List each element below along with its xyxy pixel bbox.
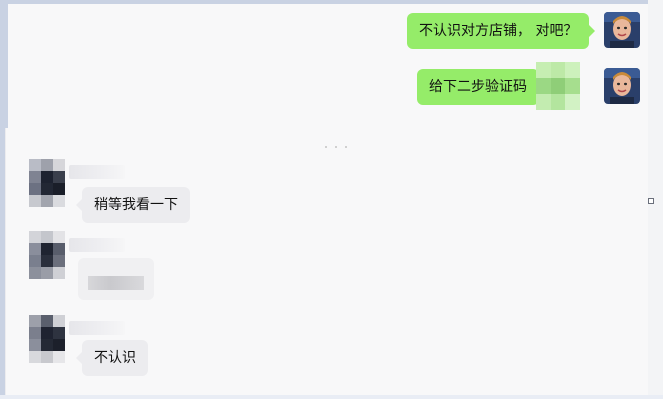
contact-name-redacted — [69, 238, 125, 252]
window-bottom-edge — [0, 395, 663, 399]
contact-avatar[interactable] — [29, 315, 65, 363]
message-bubble-received[interactable]: 不认识 — [76, 340, 148, 376]
message-bubble-sent[interactable]: 给下二步验证码 — [417, 69, 545, 105]
message-bubble-sent[interactable]: 不认识对方店铺， 对吧？ — [407, 13, 596, 49]
message-bubble-redacted[interactable] — [78, 258, 154, 300]
my-avatar[interactable] — [604, 12, 640, 48]
my-avatar[interactable] — [604, 68, 640, 104]
resize-handle[interactable] — [648, 198, 654, 204]
redacted-message-mosaic — [88, 276, 144, 290]
redacted-code-mosaic — [536, 62, 580, 110]
contact-avatar[interactable] — [29, 231, 65, 279]
message-bubble-received[interactable]: 稍等我看一下 — [76, 187, 190, 223]
contact-name-redacted — [69, 165, 125, 179]
contact-avatar[interactable] — [29, 159, 65, 207]
user-photo-avatar-icon — [604, 12, 640, 48]
divider-dots — [325, 133, 355, 148]
user-photo-avatar-icon — [604, 68, 640, 104]
contact-name-redacted — [69, 321, 125, 335]
